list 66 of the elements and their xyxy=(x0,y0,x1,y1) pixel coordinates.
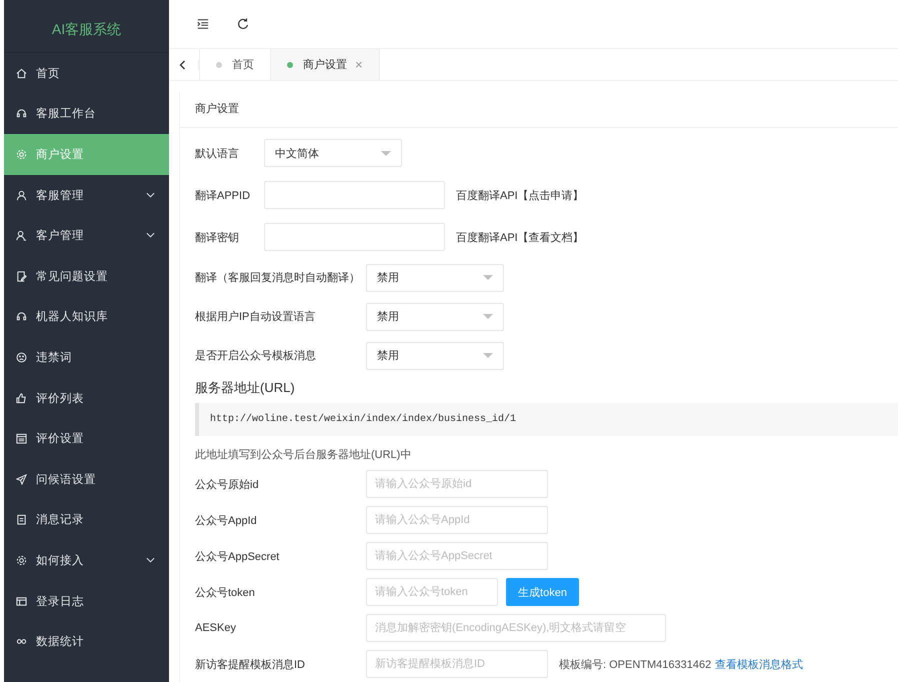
sidebar-item[interactable]: 如何接入 xyxy=(4,540,169,581)
sidebar-item[interactable]: 数据统计 xyxy=(4,621,169,662)
window-icon xyxy=(16,596,27,607)
toggle-select[interactable]: 禁用 xyxy=(366,264,504,292)
section-title: 服务器地址(URL) xyxy=(195,379,296,397)
sidebar-item[interactable]: 问候语设置 xyxy=(4,458,169,500)
card-title: 商户设置 xyxy=(180,92,898,128)
edit-icon xyxy=(16,270,27,282)
field-label: 公众号token xyxy=(195,586,256,600)
sidebar-item[interactable]: 常见问题设置 xyxy=(4,256,169,297)
template-link[interactable]: 查看模板消息格式 xyxy=(715,656,804,672)
sidebar-item[interactable]: 客服管理 xyxy=(4,174,169,216)
sidebar-item[interactable]: 评价列表 xyxy=(4,378,169,418)
clipboard-icon xyxy=(16,514,27,526)
sidebar-item[interactable]: 客服工作台 xyxy=(4,94,169,134)
chevron-down-icon xyxy=(146,192,155,198)
gear-icon xyxy=(16,554,27,566)
sidebar-item[interactable]: 评价设置 xyxy=(4,418,169,459)
sidebar-item[interactable]: 登录日志 xyxy=(4,580,169,622)
headset-icon xyxy=(16,311,27,322)
home-icon xyxy=(16,68,27,79)
field-label: 根据用户IP自动设置语言 xyxy=(195,310,316,324)
toggle-select[interactable]: 禁用 xyxy=(366,302,504,330)
input-field[interactable]: 请输入公众号AppSecret xyxy=(366,542,548,570)
input-field[interactable]: 新访客提醒模板消息ID xyxy=(366,650,548,678)
field-label: 新访客提醒模板消息ID xyxy=(195,658,306,672)
chevron-down-icon xyxy=(146,557,155,564)
field-label: 公众号AppSecret xyxy=(195,550,280,564)
field-label: 是否开启公众号模板消息 xyxy=(195,348,317,363)
api-link[interactable]: 百度翻译API【查看文档】 xyxy=(456,230,584,244)
calendar-icon xyxy=(16,433,27,444)
sidebar-item[interactable]: 消息记录 xyxy=(4,500,169,540)
chevron-down-icon xyxy=(146,232,155,238)
users-icon xyxy=(16,230,27,242)
input-field[interactable] xyxy=(264,181,445,209)
input-field[interactable]: 请输入公众号token xyxy=(366,578,498,606)
input-field[interactable]: 消息加解密密钥(EncodingAESKey),明文格式请留空 xyxy=(366,614,666,642)
headset-icon xyxy=(16,108,27,120)
field-label: 翻译密钥 xyxy=(195,230,240,244)
send-icon xyxy=(16,474,27,485)
api-link[interactable]: 百度翻译API【点击申请】 xyxy=(456,188,584,202)
field-label: 公众号AppId xyxy=(195,514,258,528)
menu-fold-icon[interactable] xyxy=(197,18,209,30)
input-field[interactable] xyxy=(264,223,445,251)
face-icon xyxy=(16,352,27,363)
gear-icon xyxy=(16,148,27,160)
user-icon xyxy=(16,190,27,201)
input-field[interactable]: 请输入公众号AppId xyxy=(366,506,548,534)
sidebar-item[interactable]: 机器人知识库 xyxy=(4,296,169,338)
sidebar-item[interactable]: 首页 xyxy=(4,53,169,94)
field-label: 公众号原始id xyxy=(195,478,260,492)
sidebar-item[interactable]: 客户管理 xyxy=(4,215,169,256)
template-number: 模板编号: OPENTM416331462 xyxy=(559,658,712,672)
field-label: 翻译APPID xyxy=(195,188,252,202)
url-block: http://woline.test/weixin/index/index/business_id/1 xyxy=(195,403,898,436)
field-label: 默认语言 xyxy=(195,146,240,160)
toggle-select[interactable]: 禁用 xyxy=(366,342,504,370)
language-select[interactable]: 中文简体 xyxy=(264,139,402,167)
page-tab[interactable]: 商户设置 × xyxy=(270,49,380,80)
hint-text: 此地址填写到公众号后台服务器地址(URL)中 xyxy=(195,448,412,462)
field-label: 翻译（客服回复消息时自动翻译） xyxy=(195,270,361,285)
field-label: AESKey xyxy=(195,622,237,634)
refresh-icon[interactable] xyxy=(237,18,249,30)
sidebar-item[interactable]: 违禁词 xyxy=(4,337,169,378)
thumb-icon xyxy=(16,392,27,404)
input-field[interactable]: 请输入公众号原始id xyxy=(366,470,548,498)
